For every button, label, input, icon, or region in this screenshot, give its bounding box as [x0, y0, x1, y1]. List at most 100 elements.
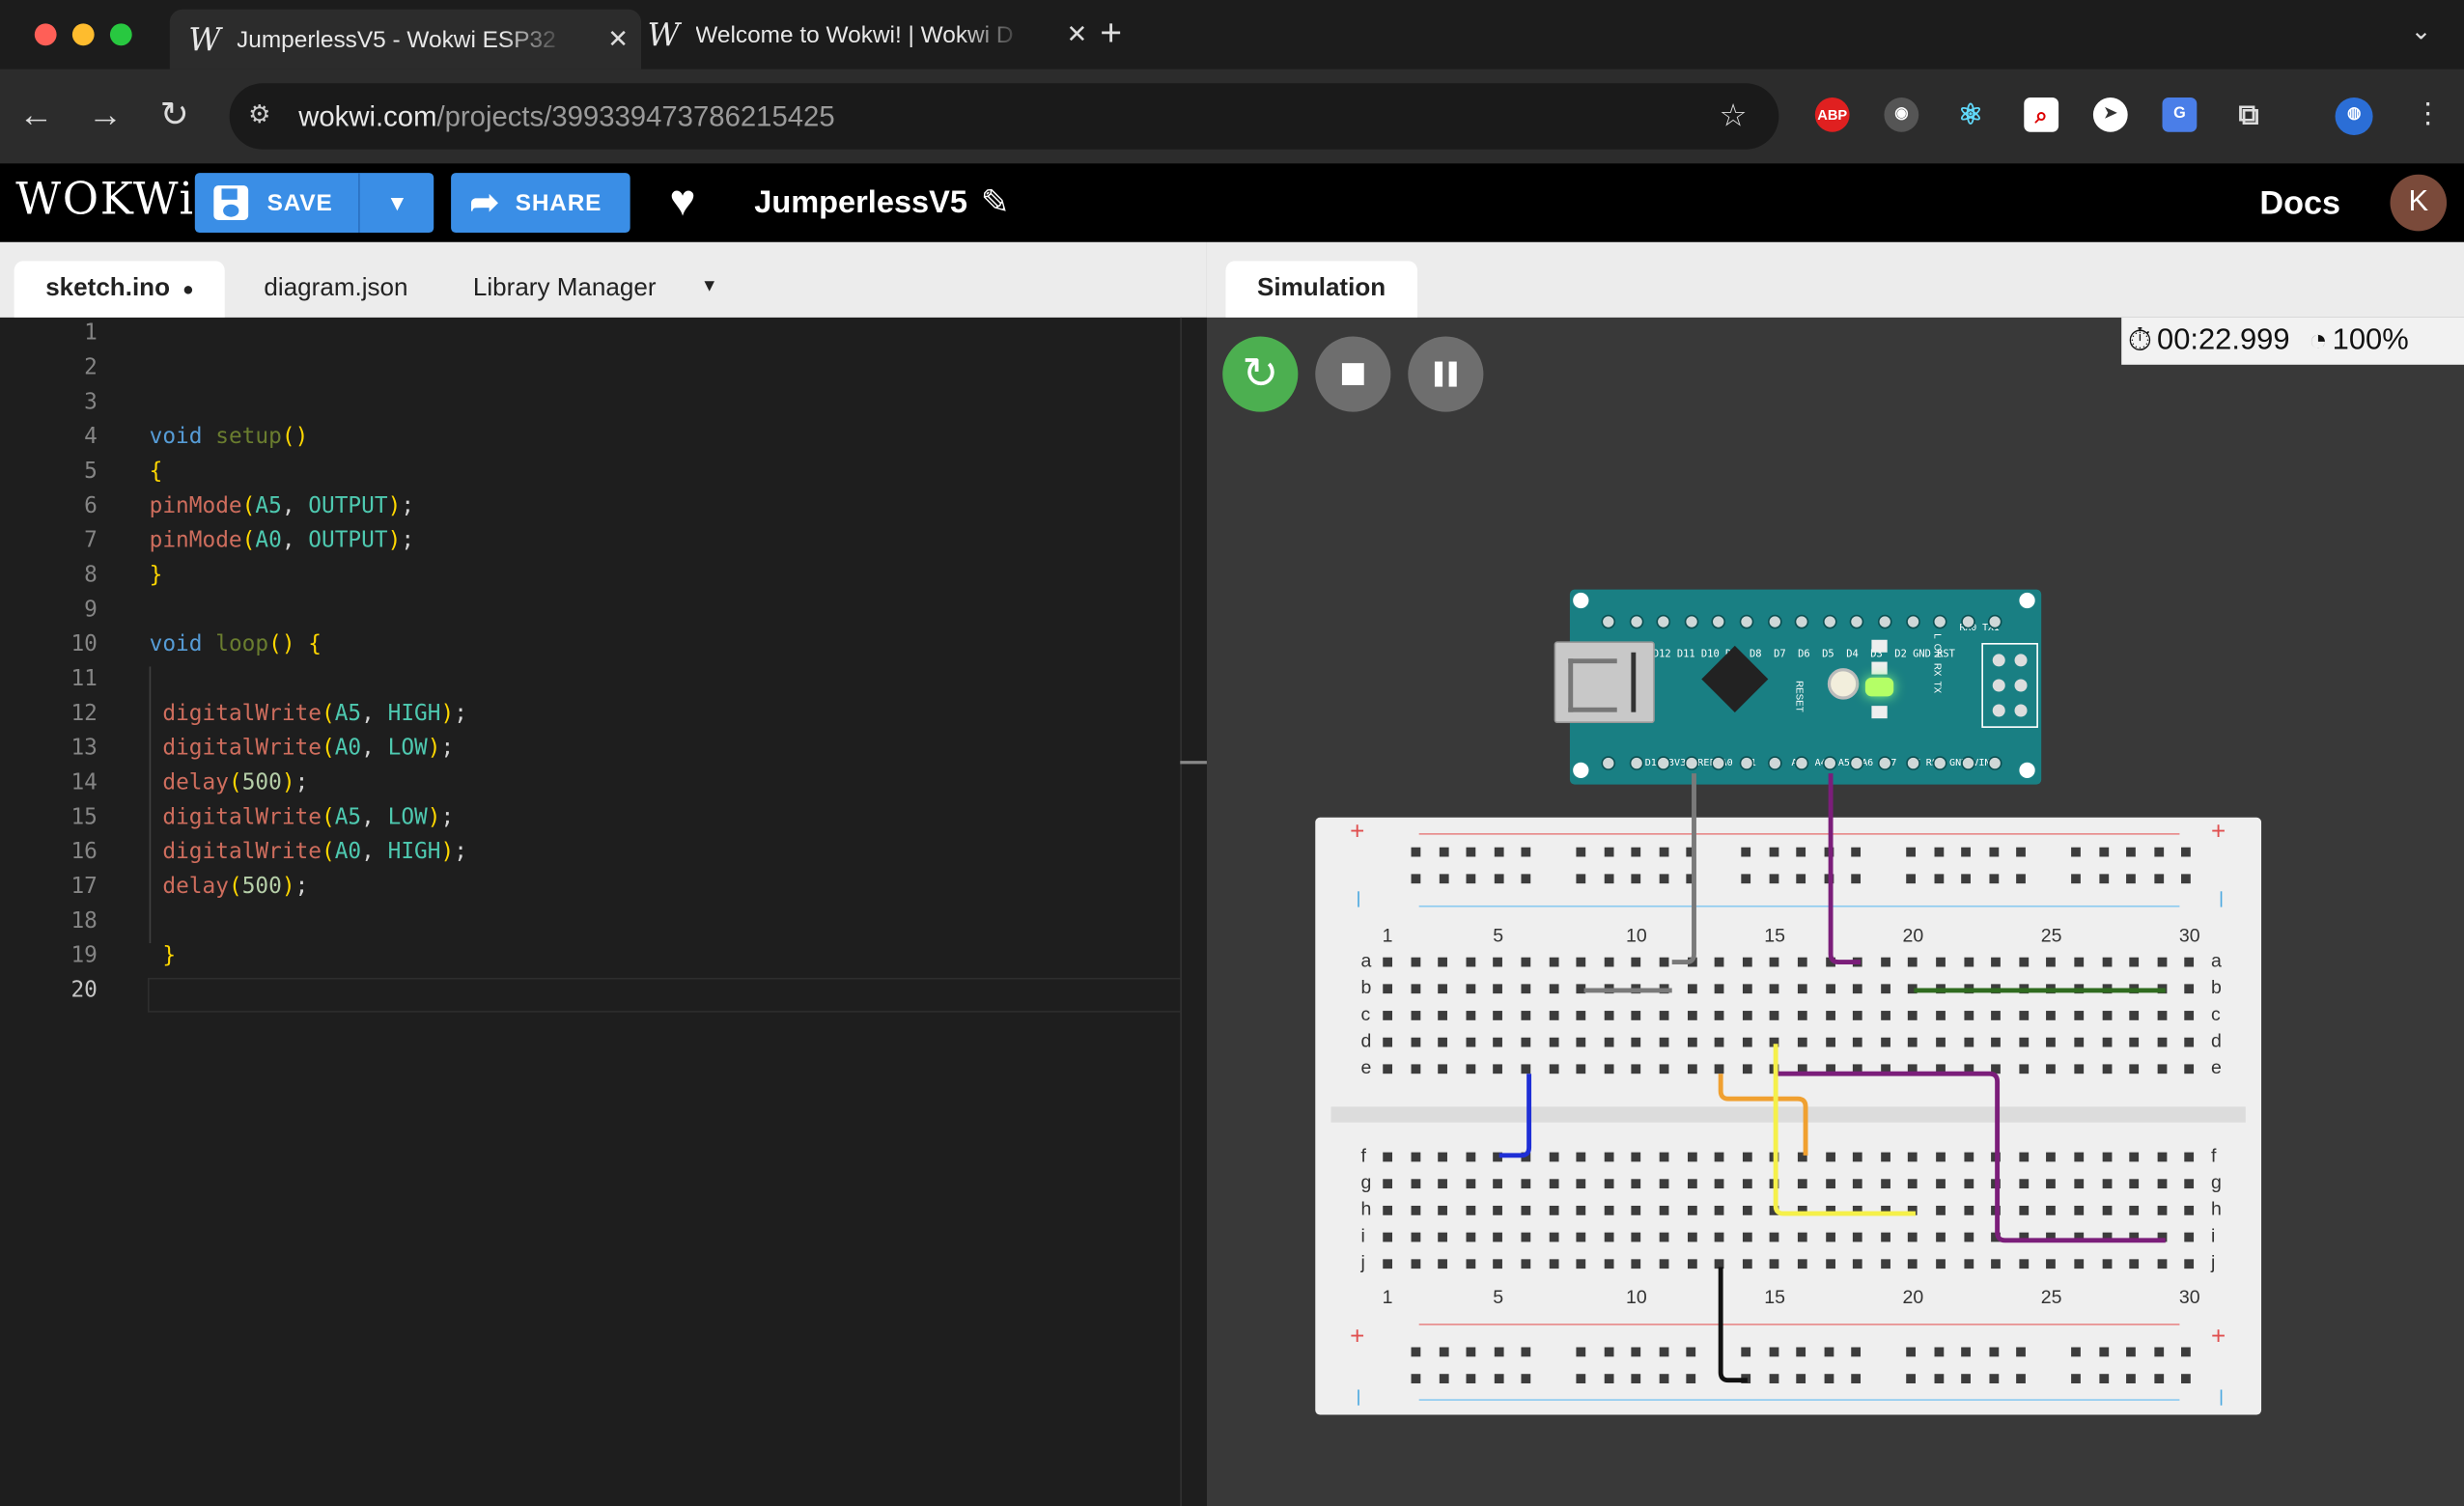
profile-globe-icon[interactable]: ◍: [2335, 97, 2373, 136]
edit-name-pencil-icon[interactable]: ✎: [981, 182, 1010, 223]
code-line[interactable]: {: [150, 459, 163, 484]
unsaved-dot: ●: [182, 278, 194, 301]
line-number: 9: [84, 597, 98, 623]
editor-tabs: sketch.ino ● diagram.json Library Manage…: [0, 241, 1207, 318]
wire-gray-a0[interactable]: [1671, 773, 1696, 965]
line-number: 5: [84, 459, 98, 485]
forward-icon[interactable]: →: [82, 91, 129, 138]
tab-search-icon[interactable]: ⌄: [2411, 15, 2432, 47]
code-line[interactable]: delay(500);: [150, 770, 308, 795]
line-number: 10: [70, 631, 98, 657]
line-number: 15: [70, 804, 98, 830]
docs-link[interactable]: Docs: [2259, 185, 2340, 223]
browser-tab-active[interactable]: 𝑊 JumperlessV5 - Wokwi ESP32 ✕: [169, 9, 642, 70]
line-number: 8: [84, 562, 98, 589]
tab-label: Simulation: [1257, 274, 1386, 302]
code-line[interactable]: digitalWrite(A5, HIGH);: [150, 701, 467, 726]
line-number: 20: [70, 977, 98, 1003]
like-heart-icon[interactable]: ♥: [669, 176, 695, 226]
reload-icon[interactable]: ↻: [151, 91, 198, 138]
maximize-window-dot[interactable]: [109, 23, 132, 46]
tab-title: Welcome to Wokwi! | Wokwi D: [695, 20, 1014, 48]
tab-title: JumperlessV5 - Wokwi ESP32: [237, 25, 556, 53]
wokwi-logo[interactable]: WOKWi: [15, 173, 194, 225]
close-tab-icon[interactable]: ✕: [607, 23, 629, 55]
back-icon[interactable]: ←: [13, 91, 60, 138]
wire-purple-a5[interactable]: [1828, 773, 1862, 965]
code-line[interactable]: void loop() {: [150, 632, 322, 657]
close-tab-icon[interactable]: ✕: [1066, 19, 1087, 51]
browser-tab[interactable]: 𝑊 Welcome to Wokwi! | Wokwi D ✕: [629, 10, 1100, 60]
address-bar-row: ← → ↻ ⚙ wokwi.com/projects/3993394737862…: [0, 69, 2464, 164]
project-name: JumperlessV5: [754, 185, 967, 220]
code-line[interactable]: pinMode(A0, OUTPUT);: [150, 528, 414, 553]
share-button[interactable]: ➦ SHARE: [451, 173, 630, 234]
browser-menu-icon[interactable]: ⋮: [2414, 98, 2442, 130]
wire-orange[interactable]: [1718, 1074, 1808, 1156]
line-number: 7: [84, 528, 98, 554]
line-number: 12: [70, 701, 98, 727]
tab-diagram-json[interactable]: diagram.json: [233, 261, 439, 318]
code-line[interactable]: pinMode(A5, OUTPUT);: [150, 493, 414, 518]
code-line[interactable]: }: [150, 563, 163, 588]
line-number: 14: [70, 769, 98, 795]
wire-blue[interactable]: [1498, 1074, 1532, 1158]
minimize-window-dot[interactable]: [71, 23, 95, 46]
line-number: 16: [70, 839, 98, 865]
code-line[interactable]: digitalWrite(A5, LOW);: [150, 805, 454, 830]
omnibox[interactable]: ⚙ wokwi.com/projects/399339473786215425 …: [229, 83, 1779, 150]
tab-label: Library Manager: [472, 274, 657, 302]
wokwi-header: WOKWi SAVE ▼ ➦ SHARE ♥ JumperlessV5 ✎ Do…: [0, 163, 2464, 242]
code-line[interactable]: digitalWrite(A0, HIGH);: [150, 840, 467, 865]
browser-tab-strip: 𝑊 JumperlessV5 - Wokwi ESP32 ✕ 𝑊 Welcome…: [0, 0, 2464, 70]
code-line[interactable]: void setup(): [150, 425, 309, 450]
search-ext-icon[interactable]: ⌕: [2024, 97, 2059, 132]
url-path: /projects/399339473786215425: [436, 100, 835, 132]
tab-label: diagram.json: [264, 274, 408, 302]
url-host: wokwi.com: [298, 100, 437, 132]
save-floppy-icon: [213, 185, 249, 220]
spy-glasses-icon[interactable]: ◉: [1884, 97, 1919, 132]
line-number: 1: [84, 321, 98, 347]
tabs-dropdown-icon[interactable]: ▼: [701, 277, 718, 296]
line-number: 11: [70, 666, 98, 692]
indent-guide: [149, 666, 152, 944]
editor-scrollbar[interactable]: [1180, 317, 1209, 1506]
current-line-highlight: [147, 977, 1207, 1013]
save-button[interactable]: SAVE ▼: [194, 173, 435, 234]
adblock-icon[interactable]: ABP: [1814, 97, 1850, 132]
wokwi-favicon-icon: 𝑊: [188, 20, 221, 59]
wire-yellow[interactable]: [1773, 1044, 1916, 1216]
puzzle-icon[interactable]: ⧉: [2231, 98, 2266, 132]
translate-icon[interactable]: G: [2162, 97, 2198, 132]
save-dropdown-icon[interactable]: ▼: [358, 173, 435, 234]
tab-label: sketch.ino: [45, 274, 171, 302]
share-arrow-icon: ➦: [469, 181, 500, 222]
simulation-canvas[interactable]: ↻ ⏱ 00:22.999 ◔ 100% D12 D11 D10 D9 D8 D…: [1206, 317, 2464, 1506]
share-label: SHARE: [515, 189, 602, 216]
user-avatar[interactable]: K: [2390, 174, 2448, 232]
tab-library-manager[interactable]: Library Manager: [441, 261, 687, 318]
line-number: 18: [70, 908, 98, 934]
code-line[interactable]: delay(500);: [150, 874, 308, 899]
bookmark-star-icon[interactable]: ☆: [1720, 96, 1748, 135]
tab-sketch-ino[interactable]: sketch.ino ●: [14, 261, 226, 318]
line-number: 4: [84, 424, 98, 450]
line-number: 19: [70, 943, 98, 969]
close-window-dot[interactable]: [34, 23, 57, 46]
wire-black[interactable]: [1718, 1267, 1748, 1383]
code-editor[interactable]: 1 2 3 4 5 6 7 8 9 10 11 12 13 14 15 16 17 18 19 20 void set…: [0, 317, 1209, 1506]
url-text[interactable]: wokwi.com/projects/399339473786215425: [298, 100, 834, 133]
tab-simulation[interactable]: Simulation: [1225, 261, 1417, 318]
react-icon[interactable]: ⚛: [1953, 98, 1988, 132]
save-label: SAVE: [266, 189, 333, 216]
wokwi-favicon-icon: 𝑊: [647, 15, 681, 54]
cursor-ext-icon[interactable]: ➤: [2092, 97, 2128, 132]
scroll-position-marker: [1180, 761, 1207, 765]
line-number: 13: [70, 736, 98, 762]
new-tab-button[interactable]: +: [1100, 13, 1122, 57]
site-settings-icon[interactable]: ⚙: [248, 99, 270, 131]
code-line[interactable]: digitalWrite(A0, LOW);: [150, 736, 454, 761]
wires-layer: [1498, 773, 2166, 1383]
code-line[interactable]: }: [150, 943, 176, 968]
